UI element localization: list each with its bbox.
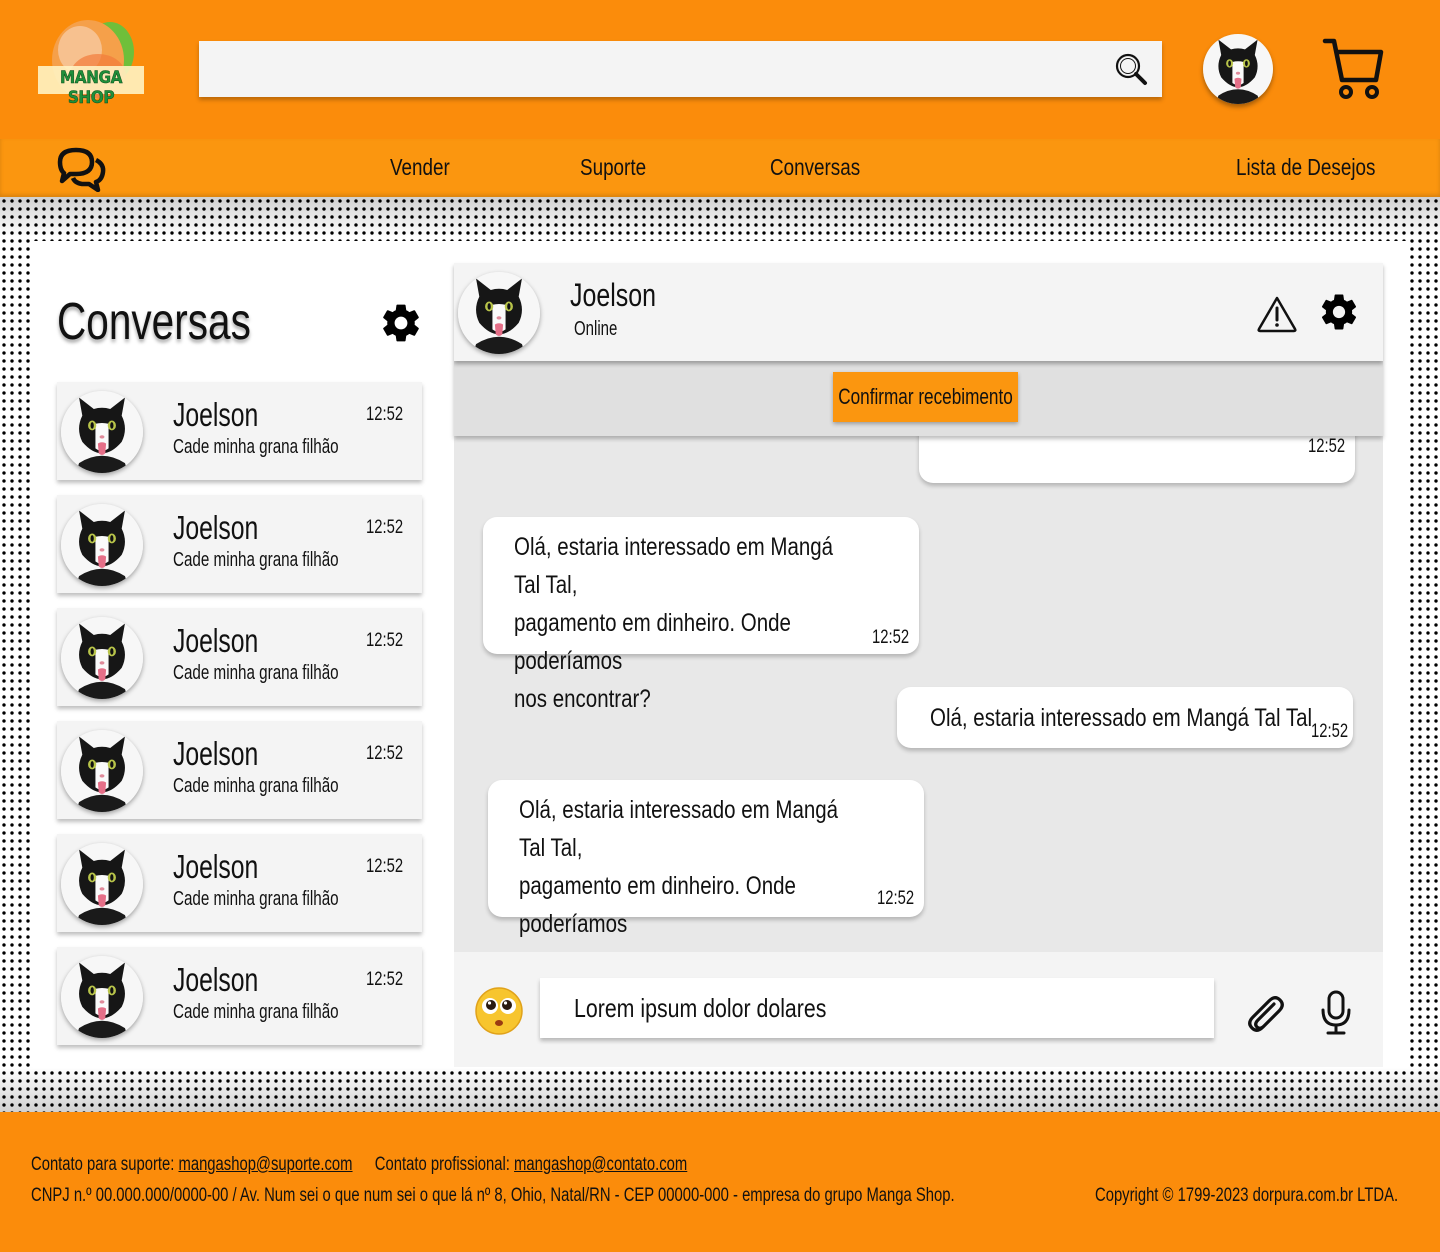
conversation-name: Joelson bbox=[173, 622, 259, 659]
confirm-receipt-button[interactable]: Confirmar recebimento bbox=[833, 372, 1018, 422]
user-avatar[interactable] bbox=[1203, 34, 1273, 104]
footer-copyright: Copyright © 1799-2023 dorpura.com.br LTD… bbox=[1095, 1185, 1399, 1206]
conversation-time: 12:52 bbox=[366, 404, 404, 425]
avatar bbox=[61, 617, 143, 699]
conversation-item[interactable]: Joelson 12:52 Cade minha grana filhão bbox=[57, 608, 422, 706]
nav-vender[interactable]: Vender bbox=[390, 154, 450, 181]
chat-bubbles-icon[interactable] bbox=[56, 146, 106, 192]
contact-name: Joelson bbox=[570, 277, 657, 313]
avatar bbox=[61, 391, 143, 473]
conversation-preview: Cade minha grana filhão bbox=[173, 662, 339, 684]
conversation-name: Joelson bbox=[173, 509, 259, 546]
emoji-icon[interactable] bbox=[474, 986, 524, 1036]
conversation-preview: Cade minha grana filhão bbox=[173, 888, 339, 910]
conversation-item[interactable]: Joelson 12:52 Cade minha grana filhão bbox=[57, 721, 422, 819]
message-line: pagamento em dinheiro. Onde poderíamos bbox=[514, 609, 791, 675]
message-bubble-sent: Olá, estaria interessado em Mangá Tal Ta… bbox=[897, 687, 1353, 748]
conversation-item[interactable]: Joelson 12:52 Cade minha grana filhão bbox=[57, 947, 422, 1045]
conversation-name: Joelson bbox=[173, 735, 259, 772]
cart-icon[interactable] bbox=[1322, 36, 1384, 102]
conversation-name: Joelson bbox=[173, 961, 259, 998]
conversation-item[interactable]: Joelson 12:52 Cade minha grana filhão bbox=[57, 495, 422, 593]
conversation-name: Joelson bbox=[173, 396, 259, 433]
avatar bbox=[61, 956, 143, 1038]
conversation-time: 12:52 bbox=[366, 856, 404, 877]
pro-label: Contato profissional: bbox=[374, 1154, 510, 1175]
manga-shop-logo[interactable]: MANGA SHOP bbox=[36, 14, 146, 109]
conversation-time: 12:52 bbox=[366, 630, 404, 651]
chat-header: Joelson Online bbox=[454, 263, 1383, 361]
message-composer: Lorem ipsum dolor dolares bbox=[454, 952, 1383, 1067]
conversation-preview: Cade minha grana filhão bbox=[173, 549, 339, 571]
conversation-item[interactable]: Joelson 12:52 Cade minha grana filhão bbox=[57, 834, 422, 932]
conversation-preview: Cade minha grana filhão bbox=[173, 436, 339, 458]
footer-address: CNPJ n.º 00.000.000/0000-00 / Av. Num se… bbox=[31, 1185, 955, 1206]
message-line: pagamento em dinheiro. Onde poderíamos bbox=[519, 872, 796, 938]
message-line: Olá, estaria interessado em Mangá Tal Ta… bbox=[514, 533, 834, 599]
message-line: Olá, estaria interessado em Mangá Tal Ta… bbox=[519, 796, 839, 862]
message-input[interactable] bbox=[540, 978, 1214, 1038]
message-bubble-received: Olá, estaria interessado em Mangá Tal Ta… bbox=[483, 517, 919, 713]
message-text: Olá, estaria interessado em Mangá Tal Ta… bbox=[930, 704, 1313, 732]
conversations-title: Conversas bbox=[57, 293, 251, 351]
main-nav: Vender Suporte Conversas Lista de Desejo… bbox=[0, 139, 1440, 197]
avatar bbox=[61, 730, 143, 812]
message-time: 12:52 bbox=[1311, 721, 1349, 742]
conversation-time: 12:52 bbox=[366, 743, 404, 764]
support-email-link[interactable]: mangashop@suporte.com bbox=[178, 1154, 352, 1175]
message-text: Olá, estaria interessado em Mangá Tal Ta… bbox=[519, 791, 851, 952]
avatar bbox=[61, 843, 143, 925]
attachment-icon[interactable] bbox=[1244, 992, 1286, 1034]
conversation-time: 12:52 bbox=[366, 969, 404, 990]
confirm-bar: Confirmar recebimento bbox=[454, 361, 1383, 436]
nav-suporte[interactable]: Suporte bbox=[580, 154, 646, 181]
confirm-receipt-label: Confirmar recebimento bbox=[838, 384, 1013, 409]
contact-avatar[interactable] bbox=[458, 272, 540, 354]
logo-text: MANGA SHOP bbox=[59, 68, 123, 109]
nav-lista-de-desejos[interactable]: Lista de Desejos bbox=[1236, 154, 1375, 181]
top-header: MANGA SHOP bbox=[0, 0, 1440, 139]
conversations-settings-icon[interactable] bbox=[379, 301, 423, 345]
nav-conversas[interactable]: Conversas bbox=[770, 154, 860, 181]
support-label: Contato para suporte: bbox=[31, 1154, 175, 1175]
contact-status: Online bbox=[574, 318, 618, 340]
message-time: 12:52 bbox=[872, 627, 910, 648]
search-bar[interactable] bbox=[199, 41, 1162, 97]
search-icon[interactable] bbox=[1114, 52, 1148, 86]
message-time: 12:52 bbox=[877, 888, 915, 909]
message-bubble-sent: 12:52 bbox=[919, 436, 1355, 483]
report-warning-icon[interactable] bbox=[1256, 295, 1298, 333]
footer-contacts: Contato para suporte: mangashop@suporte.… bbox=[31, 1154, 687, 1176]
conversation-preview: Cade minha grana filhão bbox=[173, 1001, 339, 1023]
message-bubble-received: Olá, estaria interessado em Mangá Tal Ta… bbox=[488, 780, 924, 952]
message-list[interactable]: 12:52 Olá, estaria interessado em Mangá … bbox=[454, 436, 1383, 952]
message-line: nos encontrar? bbox=[514, 685, 651, 713]
chat-settings-icon[interactable] bbox=[1318, 291, 1360, 333]
conversation-name: Joelson bbox=[173, 848, 259, 885]
conversation-item[interactable]: Joelson 12:52 Cade minha grana filhão bbox=[57, 382, 422, 480]
microphone-icon[interactable] bbox=[1320, 990, 1352, 1036]
message-line: nos encontrar? bbox=[519, 943, 851, 952]
avatar bbox=[61, 504, 143, 586]
conversation-time: 12:52 bbox=[366, 517, 404, 538]
pro-email-link[interactable]: mangashop@contato.com bbox=[514, 1154, 687, 1175]
message-text: Olá, estaria interessado em Mangá Tal Ta… bbox=[514, 528, 846, 718]
conversation-preview: Cade minha grana filhão bbox=[173, 775, 339, 797]
footer: Contato para suporte: mangashop@suporte.… bbox=[0, 1112, 1440, 1252]
message-time: 12:52 bbox=[1308, 436, 1346, 457]
